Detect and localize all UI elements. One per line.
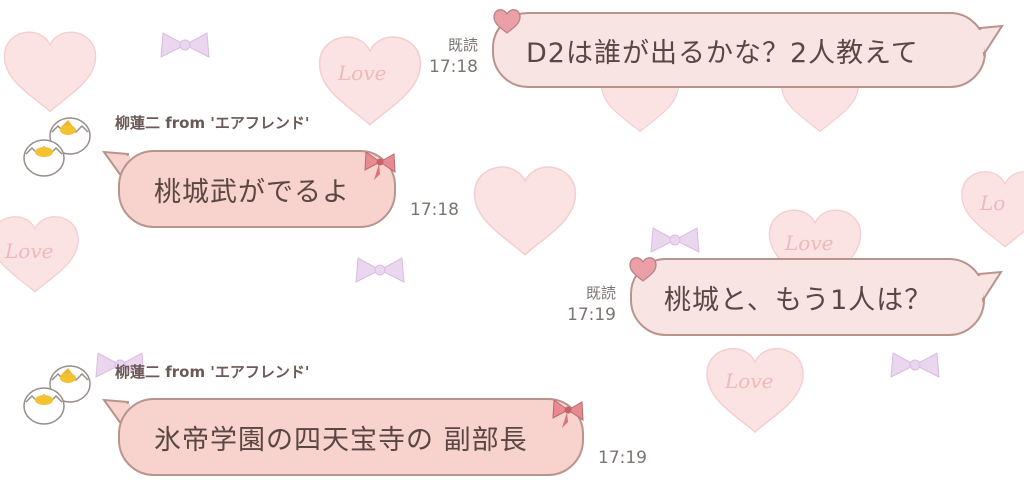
svg-text:Love: Love — [4, 239, 53, 263]
message-bubble[interactable]: 桃城武がでるよ — [118, 150, 396, 228]
message-text: D2は誰が出るかな？2人教えて — [526, 37, 919, 69]
message-bubble[interactable]: D2は誰が出るかな？2人教えて — [492, 12, 986, 88]
read-receipt: 既読 — [585, 284, 616, 302]
chick-egg-avatar[interactable] — [22, 360, 94, 428]
sender-name: 柳蓮二 from 'エアフレンド' — [115, 114, 310, 132]
svg-text:Love: Love — [724, 369, 773, 393]
read-receipt: 既読 — [447, 36, 478, 54]
message-text: 桃城と、もう1人は？ — [664, 284, 933, 316]
message-meta: 既読 17:19 — [540, 282, 616, 326]
message-text: 桃城武がでるよ — [154, 176, 350, 208]
svg-text:Love: Love — [784, 231, 833, 255]
message-text: 氷帝学園の四天宝寺の 副部長 — [154, 424, 528, 456]
chick-egg-avatar[interactable] — [22, 112, 94, 180]
svg-text:Love: Love — [337, 61, 386, 85]
message-time: 17:18 — [410, 200, 459, 220]
message-time: 17:19 — [598, 448, 647, 468]
message-bubble[interactable]: 氷帝学園の四天宝寺の 副部長 — [118, 398, 584, 476]
message-time: 17:19 — [567, 305, 616, 325]
svg-text:Lo: Lo — [979, 191, 1005, 215]
message-time: 17:18 — [429, 57, 478, 77]
message-bubble[interactable]: 桃城と、もう1人は？ — [630, 258, 985, 336]
sender-name: 柳蓮二 from 'エアフレンド' — [115, 363, 310, 381]
message-meta: 既読 17:18 — [400, 34, 478, 78]
